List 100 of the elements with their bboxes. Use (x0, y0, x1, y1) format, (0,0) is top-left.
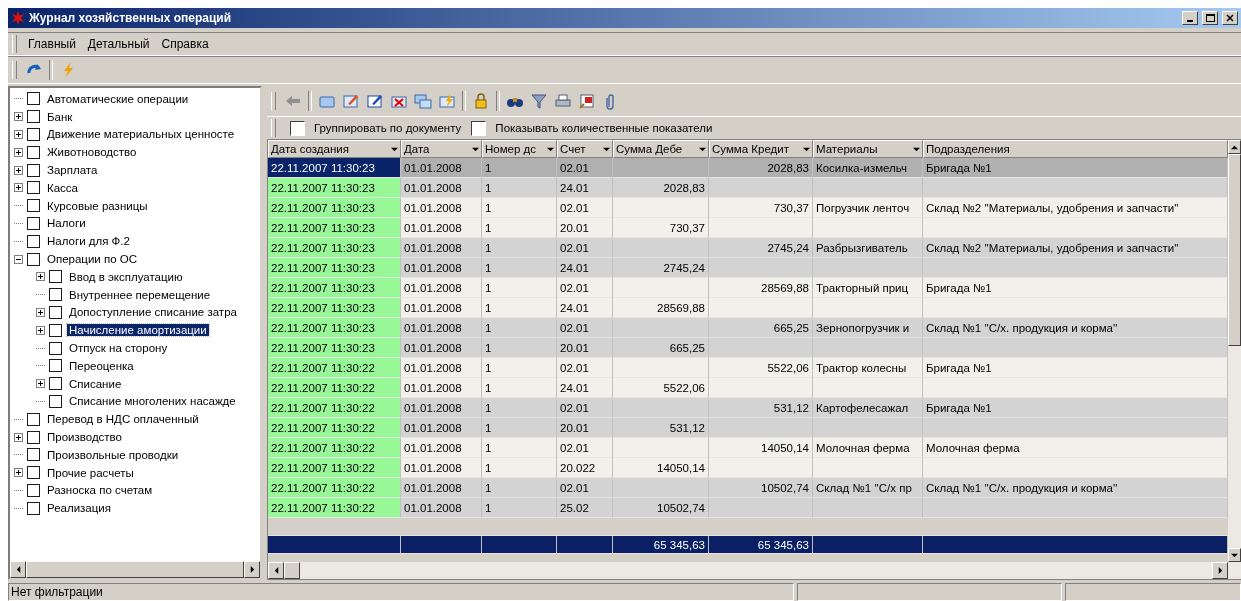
tree-checkbox[interactable] (27, 501, 40, 515)
tree-item[interactable]: Произвольные проводки (45, 448, 181, 461)
menu-item[interactable]: Справка (156, 35, 214, 53)
tree-item[interactable]: Банк (45, 110, 75, 123)
tree-item[interactable]: Списание многолених насажде (67, 395, 238, 408)
scroll-up-button[interactable] (1228, 140, 1241, 154)
option-checkbox[interactable] (290, 120, 305, 136)
tree-item[interactable]: Касса (45, 181, 80, 194)
table-cell: 22.11.2007 11:30:22 (268, 438, 401, 458)
table-cell: 01.01.2008 (401, 258, 482, 278)
table-cell: 22.11.2007 11:30:22 (268, 378, 401, 398)
tree-item[interactable]: Автоматические операции (45, 92, 191, 105)
maximize-button[interactable] (1202, 11, 1218, 25)
expand-icon[interactable] (14, 130, 23, 139)
expand-icon[interactable] (36, 307, 45, 317)
tree-item[interactable]: Животноводство (45, 146, 139, 159)
tree-checkbox[interactable] (27, 430, 40, 444)
tree-item[interactable]: Зарплата (45, 164, 100, 177)
scroll-thumb[interactable] (26, 561, 244, 578)
column-header[interactable]: Номер дс (482, 140, 557, 158)
scroll-right-button[interactable] (244, 561, 260, 578)
collapse-icon[interactable] (14, 254, 23, 264)
tree-checkbox[interactable] (49, 323, 62, 337)
tree-checkbox[interactable] (27, 252, 40, 266)
tree-item[interactable]: Операции по ОС (45, 253, 140, 266)
up-arrow-icon (1231, 143, 1238, 151)
expand-icon[interactable] (14, 183, 23, 193)
column-header[interactable]: Материалы (813, 140, 923, 158)
tree-item[interactable]: Движение материальных ценносте (45, 128, 237, 141)
column-header[interactable]: Сумма Дебе (613, 140, 709, 158)
expand-icon[interactable] (36, 272, 45, 282)
tree-checkbox[interactable] (27, 448, 40, 462)
expand-icon[interactable] (14, 468, 23, 478)
expand-icon[interactable] (14, 165, 23, 175)
edit-icon (366, 92, 384, 110)
tree-checkbox[interactable] (27, 483, 40, 497)
expand-icon[interactable] (14, 112, 23, 122)
tree-checkbox[interactable] (49, 288, 62, 302)
scroll-down-button[interactable] (1228, 548, 1241, 562)
right-arrow-icon (1216, 567, 1224, 574)
menu-item[interactable]: Детальный (82, 35, 155, 53)
tree-item[interactable]: Начисление амортизации (67, 324, 209, 337)
tree-checkbox[interactable] (49, 341, 62, 355)
window-title: Журнал хозяйственных операций (29, 11, 233, 25)
tree-checkbox[interactable] (27, 145, 40, 159)
tree-item[interactable]: Производство (45, 431, 124, 444)
tree-item[interactable]: Реализация (45, 502, 113, 515)
table-cell: Молочная ферма (923, 438, 1228, 458)
tree-item[interactable]: Внутреннее перемещение (67, 288, 213, 301)
tree-checkbox[interactable] (27, 216, 40, 230)
table-cell: 01.01.2008 (401, 178, 482, 198)
scroll-thumb[interactable] (1228, 154, 1241, 346)
table-cell: 01.01.2008 (401, 438, 482, 458)
tree-item[interactable]: Разноска по счетам (45, 484, 155, 497)
tree-item[interactable]: Налоги для Ф.2 (45, 235, 132, 248)
column-header[interactable]: Сумма Кредит (709, 140, 813, 158)
tree-checkbox[interactable] (27, 92, 40, 106)
expand-icon[interactable] (36, 325, 45, 335)
option-checkbox[interactable] (471, 120, 487, 136)
column-header[interactable]: Счет (557, 140, 613, 158)
tree-checkbox[interactable] (27, 466, 40, 480)
scroll-left-button[interactable] (10, 561, 26, 578)
tree-item[interactable]: Отпуск на сторону (67, 342, 170, 355)
tree-item[interactable]: Налоги (45, 217, 88, 230)
tree-item[interactable]: Переоценка (67, 359, 136, 372)
tree-checkbox[interactable] (27, 234, 40, 248)
expand-icon[interactable] (36, 379, 45, 389)
table-cell: Бригада №1 (923, 278, 1228, 298)
tree-checkbox[interactable] (27, 128, 40, 141)
menu-item[interactable]: Главный (23, 35, 81, 53)
tree-checkbox[interactable] (49, 270, 62, 284)
tree-checkbox[interactable] (49, 377, 62, 391)
minimize-button[interactable] (1182, 11, 1198, 25)
tree-item[interactable]: Курсовые разницы (45, 199, 150, 212)
tree-checkbox[interactable] (27, 181, 40, 195)
expand-icon[interactable] (14, 147, 23, 157)
table-cell: 02.01 (557, 478, 613, 498)
table-cell: 02.01 (557, 318, 613, 338)
tree-checkbox[interactable] (49, 305, 62, 319)
tree-item[interactable]: Перевод в НДС оплаченный (45, 413, 201, 426)
tree-checkbox[interactable] (27, 163, 40, 177)
tree-item[interactable]: Допоступление списание затра (67, 306, 239, 319)
star-icon (11, 11, 25, 25)
scroll-left-button[interactable] (268, 562, 284, 579)
tree-checkbox[interactable] (49, 359, 62, 373)
column-header[interactable]: Дата создания (268, 140, 401, 158)
tree-checkbox[interactable] (27, 199, 40, 213)
scroll-right-button[interactable] (1212, 562, 1228, 579)
expand-icon[interactable] (14, 432, 23, 442)
column-header[interactable]: Дата (401, 140, 482, 158)
tree-item[interactable]: Ввод в эксплуатацию (67, 270, 185, 283)
tree-checkbox[interactable] (49, 394, 62, 408)
tree-item[interactable]: Прочие расчеты (45, 466, 136, 479)
filter-icon (530, 92, 548, 110)
tree-checkbox[interactable] (27, 412, 40, 426)
tree-checkbox[interactable] (27, 110, 40, 124)
close-button[interactable] (1222, 11, 1238, 25)
scroll-thumb[interactable] (284, 562, 300, 579)
tree-item[interactable]: Списание (67, 377, 124, 390)
column-header[interactable]: Подразделения (923, 140, 1228, 158)
